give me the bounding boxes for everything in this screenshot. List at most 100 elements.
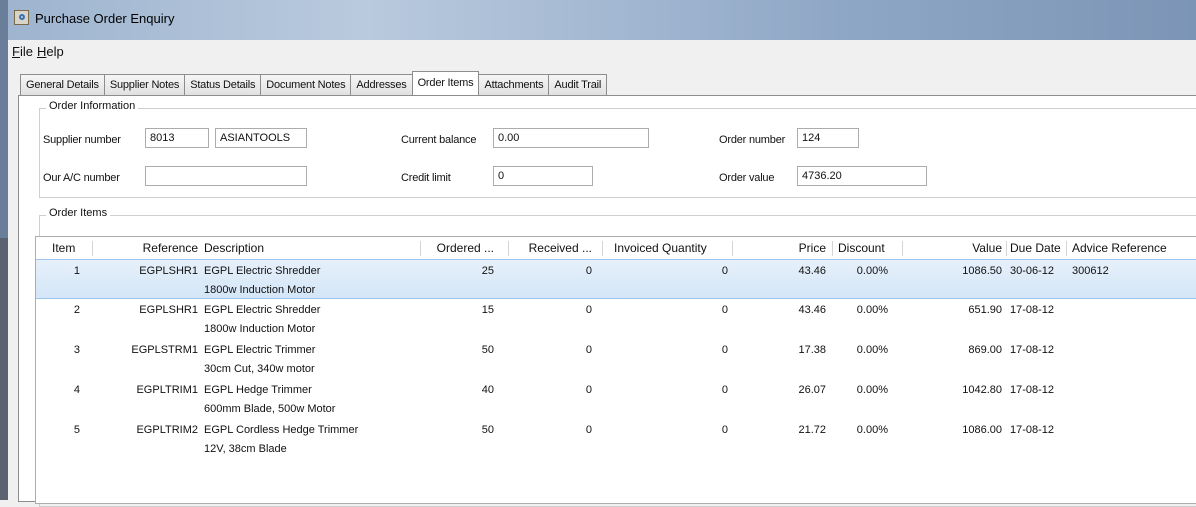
table-row[interactable]: 3 EGPLSTRM1 EGPL Electric Trimmer 50 0 0 17.38… <box>36 339 1196 379</box>
col-separator[interactable] <box>420 241 421 256</box>
document-search-icon <box>14 10 29 25</box>
tab-strip: General Details Supplier Notes Status De… <box>20 71 608 95</box>
cell-description-detail: 30cm Cut, 340w motor <box>204 363 315 375</box>
cell-reference: EGPLSTRM1 <box>131 344 198 356</box>
cell-due-date: 30-06-12 <box>1010 265 1055 277</box>
window-title: Purchase Order Enquiry <box>35 11 175 26</box>
col-received[interactable]: Received ... <box>512 237 592 259</box>
table-row[interactable]: 4 EGPLTRIM1 EGPL Hedge Trimmer 40 0 0 26.07 0.0… <box>36 379 1196 419</box>
cell-invoiced: 0 <box>721 344 728 356</box>
col-reference[interactable]: Reference <box>96 237 198 259</box>
col-description[interactable]: Description <box>204 237 264 259</box>
menu-file[interactable]: File <box>12 44 33 59</box>
tab-attachments[interactable]: Attachments <box>478 74 550 95</box>
cell-due-date: 17-08-12 <box>1010 304 1055 316</box>
cell-advice-reference: 300612 <box>1072 265 1109 277</box>
supplier-name-field[interactable]: ASIANTOOLS <box>215 128 307 148</box>
tab-order-items[interactable]: Order Items <box>411 71 480 95</box>
cell-ordered: 50 <box>481 424 494 436</box>
cell-value: 1042.80 <box>962 384 1002 396</box>
cell-item: 1 <box>73 265 80 277</box>
cell-reference: EGPLTRIM2 <box>136 424 198 436</box>
current-balance-field[interactable]: 0.00 <box>493 128 649 148</box>
order-information-title: Order Information <box>46 100 139 112</box>
cell-invoiced: 0 <box>721 265 728 277</box>
cell-received: 0 <box>585 265 592 277</box>
cell-description: EGPL Cordless Hedge Trimmer <box>204 424 359 436</box>
title-bar[interactable]: Purchase Order Enquiry <box>8 0 1196 40</box>
cell-received: 0 <box>585 344 592 356</box>
cell-invoiced: 0 <box>721 384 728 396</box>
table-row[interactable]: 5 EGPLTRIM2 EGPL Cordless Hedge Trimmer 50 0… <box>36 419 1196 459</box>
cell-price: 43.46 <box>798 265 826 277</box>
col-separator[interactable] <box>902 241 903 256</box>
cell-description: EGPL Electric Shredder <box>204 265 321 277</box>
cell-invoiced: 0 <box>721 304 728 316</box>
tab-document-notes[interactable]: Document Notes <box>260 74 352 95</box>
grid-header: Item Reference Description Ordered ... R… <box>36 237 1196 259</box>
col-separator[interactable] <box>732 241 733 256</box>
order-value-label: Order value <box>719 172 775 184</box>
cell-due-date: 17-08-12 <box>1010 384 1055 396</box>
col-separator[interactable] <box>508 241 509 256</box>
menu-help[interactable]: Help <box>37 44 64 59</box>
cell-ordered: 40 <box>481 384 494 396</box>
col-due-date[interactable]: Due Date <box>1010 237 1061 259</box>
cell-reference: EGPLSHR1 <box>139 304 198 316</box>
tab-addresses[interactable]: Addresses <box>350 74 413 95</box>
col-item[interactable]: Item <box>52 237 75 259</box>
supplier-number-field[interactable]: 8013 <box>145 128 209 148</box>
order-number-field[interactable]: 124 <box>797 128 859 148</box>
cell-discount: 0.00% <box>856 304 888 316</box>
menu-bar: File Help <box>8 40 1196 62</box>
background-window-edge <box>0 0 8 500</box>
col-invoiced-quantity[interactable]: Invoiced Quantity <box>614 237 707 259</box>
cell-reference: EGPLTRIM1 <box>136 384 198 396</box>
table-row[interactable]: 1 EGPLSHR1 EGPL Electric Shredder 25 0 0 43.46… <box>36 259 1196 299</box>
current-balance-label: Current balance <box>401 134 477 146</box>
credit-limit-field[interactable]: 0 <box>493 166 593 186</box>
col-ordered[interactable]: Ordered ... <box>424 237 494 259</box>
tab-audit-trail[interactable]: Audit Trail <box>548 74 608 95</box>
cell-value: 651.90 <box>968 304 1002 316</box>
cell-description: EGPL Electric Trimmer <box>204 344 316 356</box>
order-value-field[interactable]: 4736.20 <box>797 166 927 186</box>
col-advice-reference[interactable]: Advice Reference <box>1072 237 1196 259</box>
col-separator[interactable] <box>92 241 93 256</box>
order-items-grid[interactable]: Item Reference Description Ordered ... R… <box>35 236 1196 504</box>
cell-received: 0 <box>585 384 592 396</box>
cell-description: EGPL Electric Shredder <box>204 304 321 316</box>
col-discount[interactable]: Discount <box>838 237 885 259</box>
our-ac-number-field[interactable] <box>145 166 307 186</box>
cell-ordered: 50 <box>481 344 494 356</box>
cell-description-detail: 1800w Induction Motor <box>204 323 316 335</box>
cell-description-detail: 600mm Blade, 500w Motor <box>204 403 336 415</box>
cell-value: 1086.00 <box>962 424 1002 436</box>
supplier-number-label: Supplier number <box>43 134 121 146</box>
order-items-title: Order Items <box>46 207 111 219</box>
col-separator[interactable] <box>1006 241 1007 256</box>
cell-item: 4 <box>73 384 80 396</box>
cell-reference: EGPLSHR1 <box>139 265 198 277</box>
order-items-panel: Order Information Supplier number 8013 A… <box>18 95 1196 507</box>
col-separator[interactable] <box>1066 241 1067 256</box>
cell-ordered: 15 <box>481 304 494 316</box>
cell-value: 1086.50 <box>962 265 1002 277</box>
col-value[interactable]: Value <box>906 237 1002 259</box>
cell-discount: 0.00% <box>856 384 888 396</box>
cell-item: 2 <box>73 304 80 316</box>
tab-status-details[interactable]: Status Details <box>184 74 262 95</box>
background-window-shadow <box>0 238 8 500</box>
cell-received: 0 <box>585 304 592 316</box>
tab-supplier-notes[interactable]: Supplier Notes <box>103 74 186 95</box>
cell-discount: 0.00% <box>856 265 888 277</box>
tab-general-details[interactable]: General Details <box>20 74 105 95</box>
table-row[interactable]: 2 EGPLSHR1 EGPL Electric Shredder 15 0 0 43.46… <box>36 299 1196 339</box>
col-separator[interactable] <box>602 241 603 256</box>
cell-due-date: 17-08-12 <box>1010 344 1055 356</box>
col-separator[interactable] <box>832 241 833 256</box>
cell-received: 0 <box>585 424 592 436</box>
cell-discount: 0.00% <box>856 344 888 356</box>
cell-invoiced: 0 <box>721 424 728 436</box>
col-price[interactable]: Price <box>736 237 826 259</box>
